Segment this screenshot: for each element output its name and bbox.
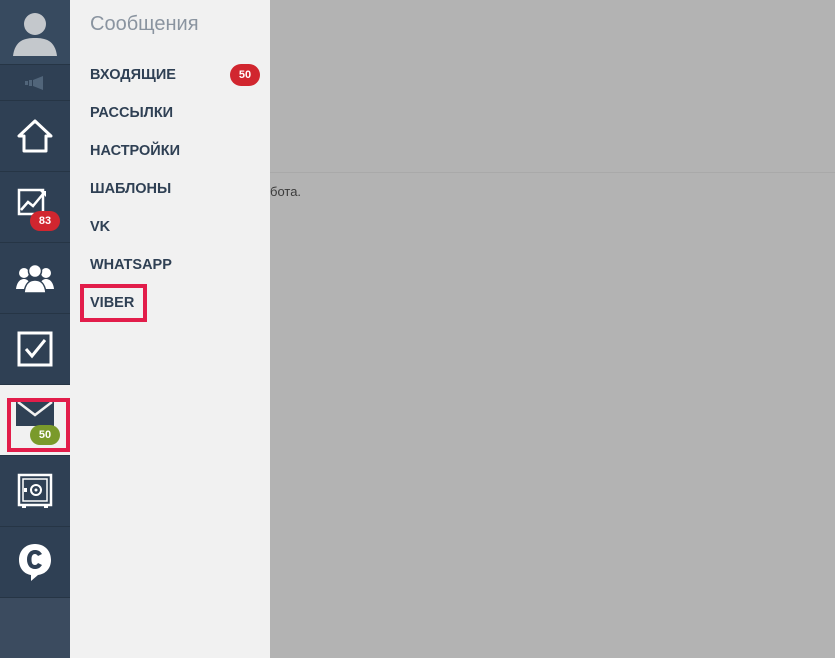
submenu-item-vk[interactable]: VK	[90, 219, 110, 235]
user-avatar-icon	[13, 13, 57, 56]
user-avatar[interactable]	[0, 0, 70, 65]
sidebar-item-safe[interactable]	[0, 456, 70, 527]
announcements-item[interactable]	[0, 65, 70, 101]
rail-footer	[0, 598, 70, 658]
submenu-title: Сообщения	[90, 13, 199, 35]
safe-icon	[17, 473, 53, 508]
icon-rail: 83 50	[0, 0, 70, 658]
chat-c-icon	[19, 544, 51, 581]
sidebar-item-home[interactable]	[0, 101, 70, 172]
submenu-item-inbox[interactable]: ВХОДЯЩИЕ	[90, 67, 176, 83]
submenu-item-whatsapp[interactable]: WHATSAPP	[90, 257, 172, 273]
messages-highlight-frame	[7, 398, 70, 452]
submenu-item-templates[interactable]: ШАБЛОНЫ	[90, 181, 171, 197]
viber-highlight-frame	[80, 284, 147, 322]
analytics-count-badge: 83	[30, 211, 60, 231]
tasks-checkbox-icon	[17, 331, 53, 367]
messages-submenu: Сообщения ВХОДЯЩИЕ 50 РАССЫЛКИ НАСТРОЙКИ…	[70, 0, 270, 658]
clients-icon	[16, 263, 54, 294]
sidebar-item-tasks[interactable]	[0, 314, 70, 385]
home-icon	[17, 119, 53, 153]
sidebar-item-analytics[interactable]	[0, 172, 70, 243]
sidebar-item-chat[interactable]	[0, 527, 70, 598]
sidebar-item-clients[interactable]	[0, 243, 70, 314]
inbox-count-badge: 50	[230, 64, 260, 86]
submenu-item-mailings[interactable]: РАССЫЛКИ	[90, 105, 173, 121]
megaphone-icon	[25, 75, 43, 90]
submenu-item-settings[interactable]: НАСТРОЙКИ	[90, 143, 180, 159]
content-divider	[270, 172, 835, 173]
content-text: бота.	[270, 184, 302, 199]
